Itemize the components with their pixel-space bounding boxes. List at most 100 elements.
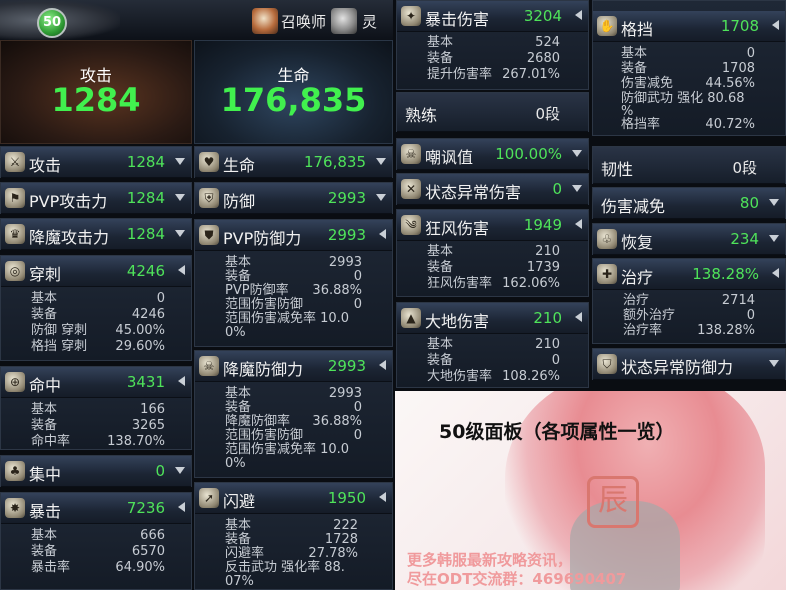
burst-icon: ✸	[5, 498, 25, 518]
collapse-arrow-icon[interactable]	[772, 20, 779, 30]
expand-arrow-icon[interactable]	[175, 230, 185, 237]
life-summary-value: 176,835	[220, 81, 367, 119]
stat-value: 0段	[732, 159, 757, 177]
stat-label: 命中	[29, 376, 62, 395]
stat-value: 3431	[126, 373, 165, 391]
stat-evade[interactable]: ➚ 闪避 1950 基本 222 装备 1728 闪避率 27.78% 反击武功 强化率 …	[194, 482, 393, 590]
attack-summary-value: 1284	[51, 81, 141, 119]
stat-label: 暴击伤害	[425, 10, 490, 29]
pet-icon	[331, 8, 357, 34]
stat-label: 治疗	[621, 268, 654, 287]
stat-life[interactable]: ♥ 生命 176,835	[194, 146, 393, 178]
stat-value: 2993	[327, 189, 366, 207]
expand-arrow-icon[interactable]	[175, 467, 185, 474]
stat-toughness[interactable]: 韧性 0段	[592, 146, 786, 184]
shield-icon: ⛨	[199, 188, 219, 208]
stat-earth-damage[interactable]: ▲ 大地伤害 210 基本 210 装备 0 大地伤害率 108.26%	[396, 302, 589, 388]
expand-arrow-icon[interactable]	[376, 158, 386, 165]
stat-block[interactable]: ✋ 格挡 1708 基本 0 装备 1708 伤害减免 44.56% 防御武功 强化 80…	[592, 0, 786, 136]
stat-crit[interactable]: ✸ 暴击 7236 基本 666 装备 6570 暴击率 64.90%	[0, 492, 192, 590]
banner-line-2: 尽在ODT交流群：469690407	[407, 570, 627, 588]
stat-value: 1284	[126, 189, 165, 207]
expand-arrow-icon[interactable]	[769, 360, 779, 367]
collapse-arrow-icon[interactable]	[379, 229, 386, 239]
detail-wrap-line: 07%	[225, 574, 254, 589]
stat-mock[interactable]: ☠ 嘲讽值 100.00%	[396, 138, 589, 170]
stat-value: 4246	[126, 262, 165, 280]
collapse-arrow-icon[interactable]	[379, 360, 386, 370]
level-badge: 50	[37, 8, 67, 38]
stat-value: 3204	[523, 7, 562, 25]
stat-label: 大地伤害	[425, 312, 490, 331]
stat-damage-reduction[interactable]: 伤害减免 80	[592, 187, 786, 219]
expand-arrow-icon[interactable]	[376, 194, 386, 201]
stat-label: 防御	[223, 192, 256, 211]
stat-defense[interactable]: ⛨ 防御 2993	[194, 182, 393, 214]
expand-arrow-icon[interactable]	[769, 235, 779, 242]
stat-label: 闪避	[223, 492, 256, 511]
stat-wind-damage[interactable]: ༄ 狂风伤害 1949 基本 210 装备 1739 狂风伤害率 162.06%	[396, 209, 589, 297]
expand-arrow-icon[interactable]	[572, 185, 582, 192]
stat-label: 状态异常防御力	[621, 358, 734, 377]
stat-value: 210	[533, 309, 562, 327]
expand-arrow-icon[interactable]	[572, 150, 582, 157]
stat-label: 格挡	[621, 20, 654, 39]
crown-icon: ♛	[5, 224, 25, 244]
stamp-logo: 辰	[587, 476, 639, 528]
collapse-arrow-icon[interactable]	[575, 312, 582, 322]
stat-hit[interactable]: ⊕ 命中 3431 基本 166 装备 3265 命中率 138.70%	[0, 366, 192, 450]
expand-arrow-icon[interactable]	[769, 199, 779, 206]
detail-wrap-line: 0%	[225, 325, 246, 340]
stat-demon-attack[interactable]: ♛ 降魔攻击力 1284	[0, 218, 192, 250]
stat-pvp-attack[interactable]: ⚑ PVP攻击力 1284	[0, 182, 192, 214]
stat-label: 状态异常伤害	[425, 183, 522, 202]
stat-value: 176,835	[303, 153, 366, 171]
stat-label: 生命	[223, 156, 256, 175]
evade-icon: ➚	[199, 488, 219, 508]
collapse-arrow-icon[interactable]	[178, 502, 185, 512]
stat-value: 1950	[327, 489, 366, 507]
attack-summary: 攻击 1284	[0, 40, 192, 144]
collapse-arrow-icon[interactable]	[772, 268, 779, 278]
stat-value: 138.28%	[692, 265, 759, 283]
stat-mastery[interactable]: 熟练 0段	[396, 92, 589, 132]
stat-demon-defense[interactable]: ☠ 降魔防御力 2993 基本 2993 装备 0 降魔防御率 36.88% 范围伤害防御…	[194, 350, 393, 478]
banner-title: 50级面板（各项属性一览）	[439, 421, 675, 443]
expand-arrow-icon[interactable]	[175, 158, 185, 165]
stat-attack[interactable]: ⚔ 攻击 1284	[0, 146, 192, 178]
promo-banner: 辰 50级面板（各项属性一览） 更多韩服最新攻略资讯， 尽在ODT交流群：469…	[395, 391, 786, 590]
stat-focus[interactable]: ♣ 集中 0	[0, 455, 192, 487]
collapse-arrow-icon[interactable]	[178, 265, 185, 275]
detail-wrap-line: 范围伤害减免率 10.0	[225, 442, 350, 457]
pierce-icon: ◎	[5, 261, 25, 281]
heal-cross-icon: ✚	[597, 264, 617, 284]
stat-value: 234	[730, 230, 759, 248]
collapse-arrow-icon[interactable]	[379, 492, 386, 502]
mountain-icon: ▲	[401, 308, 421, 328]
stat-label: 伤害减免	[601, 197, 666, 216]
stat-status-defense[interactable]: ⛉ 状态异常防御力	[592, 348, 786, 380]
status-shield-icon: ⛉	[597, 354, 617, 374]
flag-icon: ⚑	[5, 188, 25, 208]
stat-value: 2993	[327, 357, 366, 375]
collapse-arrow-icon[interactable]	[575, 219, 582, 229]
wind-icon: ༄	[401, 215, 421, 235]
expand-arrow-icon[interactable]	[175, 194, 185, 201]
focus-icon: ♣	[5, 461, 25, 481]
stat-heal[interactable]: ✚ 治疗 138.28% 治疗 2714 额外治疗 0 治疗率 138.28%	[592, 258, 786, 344]
stat-value: 2993	[327, 226, 366, 244]
collapse-arrow-icon[interactable]	[178, 376, 185, 386]
stat-label: 嘲讽值	[425, 148, 474, 167]
detail-wrap-line: 范围伤害减免率 10.0	[225, 311, 350, 326]
stat-label: 狂风伤害	[425, 219, 490, 238]
stat-crit-damage[interactable]: ✦ 暴击伤害 3204 基本 524 装备 2680 提升伤害率 267.01%	[396, 0, 589, 90]
pvp-shield-icon: ⛊	[199, 225, 219, 245]
stat-pvp-defense[interactable]: ⛊ PVP防御力 2993 基本 2993 装备 0 PVP防御率 36.88% 范围伤害…	[194, 219, 393, 347]
stat-recovery[interactable]: ♧ 恢复 234	[592, 223, 786, 255]
stat-label: 降魔攻击力	[29, 228, 110, 247]
stat-pierce[interactable]: ◎ 穿刺 4246 基本 0 装备 4246 防御 穿刺 45.00% 格挡 穿刺 29.6…	[0, 255, 192, 361]
stat-status-damage[interactable]: ✕ 状态异常伤害 0	[396, 173, 589, 205]
life-summary: 生命 176,835	[194, 40, 393, 144]
stat-label: 熟练	[405, 106, 438, 125]
collapse-arrow-icon[interactable]	[575, 10, 582, 20]
